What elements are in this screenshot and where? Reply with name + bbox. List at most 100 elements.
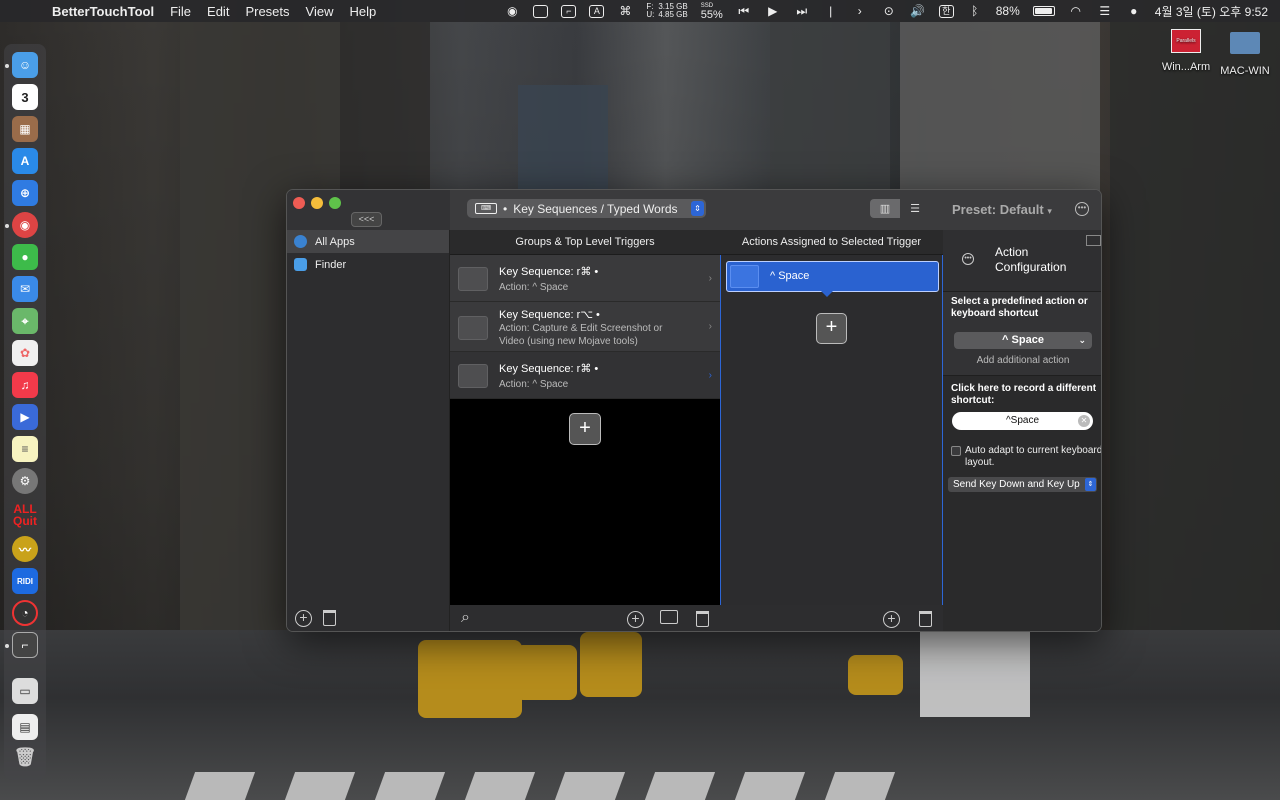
config-title: Action Configuration: [995, 245, 1067, 274]
view-mode-segmented[interactable]: ▥ ☰: [870, 199, 930, 218]
keynote-icon[interactable]: ▶: [12, 404, 38, 430]
trigger-row-selected[interactable]: Key Sequence: r⌘ • Action: ^ Space ›: [450, 352, 720, 399]
finder-icon: [294, 258, 307, 271]
action-caret: [821, 291, 833, 297]
close-button[interactable]: [293, 197, 305, 209]
square-icon[interactable]: [533, 4, 549, 18]
chrome-icon[interactable]: ◉: [12, 212, 38, 238]
delete-action-icon[interactable]: [919, 611, 932, 627]
auto-adapt-checkbox[interactable]: [951, 446, 961, 456]
trigger-row[interactable]: Key Sequence: r⌥ • Action: Capture & Edi…: [450, 302, 720, 352]
calendar-icon[interactable]: 3: [12, 84, 38, 110]
mask-icon[interactable]: ◉: [504, 4, 520, 18]
a-icon[interactable]: A: [589, 4, 605, 18]
list-view-icon[interactable]: ☰: [900, 199, 930, 218]
control-center-icon[interactable]: ☰: [1097, 4, 1113, 18]
triggers-list: Key Sequence: r⌘ • Action: ^ Space › Key…: [450, 255, 720, 605]
menu-presets[interactable]: Presets: [245, 4, 289, 19]
screenshot-folder-icon[interactable]: ▭: [12, 678, 38, 704]
waveform-app-icon[interactable]: 〰: [12, 536, 38, 562]
previous-track-icon[interactable]: ⏮: [736, 4, 752, 18]
minimize-button[interactable]: [311, 197, 323, 209]
add-additional-action-link[interactable]: Add additional action: [943, 355, 1101, 366]
next-track-icon[interactable]: ⏭: [794, 4, 810, 18]
add-trigger-small-button[interactable]: +: [627, 611, 644, 628]
system-preferences-icon[interactable]: ⚙: [12, 468, 38, 494]
add-action-button[interactable]: +: [816, 313, 847, 344]
battery-icon[interactable]: [1032, 6, 1055, 16]
siri-icon[interactable]: ●: [1126, 4, 1142, 18]
trigger-icon: [458, 267, 488, 291]
zoom-button[interactable]: [329, 197, 341, 209]
preset-selector[interactable]: Preset: Default ▾: [952, 202, 1052, 217]
bettertouchtool-icon[interactable]: ⌐: [12, 632, 38, 658]
disk-stats[interactable]: 3.15 GB 4.85 GB: [658, 3, 687, 19]
istat-icon[interactable]: ◔: [12, 600, 38, 626]
volume-icon[interactable]: 🔊: [910, 4, 926, 18]
sidebar-item-finder[interactable]: Finder: [287, 253, 449, 276]
search-icon[interactable]: ⌕: [461, 609, 470, 627]
btt-icon[interactable]: ⌐: [561, 4, 577, 18]
disk-fu-labels[interactable]: F: U:: [646, 3, 654, 19]
trigger-title: Key Sequence: r⌘ •: [499, 266, 599, 278]
columns-view-icon[interactable]: ▥: [870, 199, 900, 218]
send-mode-select[interactable]: Send Key Down and Key Up ⇕: [948, 477, 1097, 492]
command-icon[interactable]: ⌘: [617, 4, 633, 18]
allquit-icon[interactable]: ALL Quit: [12, 500, 38, 530]
desktop-item-macwin[interactable]: MAC-WIN: [1215, 32, 1275, 77]
mail-icon[interactable]: ✉: [12, 276, 38, 302]
panel-window-icon[interactable]: [1086, 235, 1101, 246]
finder-icon[interactable]: ☺: [12, 52, 38, 78]
app-store-icon[interactable]: A: [12, 148, 38, 174]
trigger-action: Action: ^ Space: [499, 282, 569, 293]
ellipsis-icon[interactable]: •••: [962, 253, 974, 265]
menu-file[interactable]: File: [170, 4, 191, 19]
predefined-shortcut-popup[interactable]: ^ Space ⌄: [954, 332, 1092, 349]
wifi-icon[interactable]: ◠: [1068, 4, 1084, 18]
desktop-item-parallels[interactable]: Parallels Win...Arm: [1154, 29, 1218, 73]
clear-icon[interactable]: ✕: [1078, 415, 1090, 427]
chevron-down-icon: ⌄: [1078, 335, 1086, 345]
chevron-right-icon: ›: [708, 321, 712, 332]
sidebar-item-all-apps[interactable]: All Apps: [287, 230, 449, 253]
play-icon[interactable]: ▶: [765, 4, 781, 18]
trigger-type-popup[interactable]: ⌨ • Key Sequences / Typed Words ⇕: [467, 199, 706, 218]
launchpad-icon[interactable]: ▦: [12, 116, 38, 142]
delete-trigger-icon[interactable]: [696, 611, 709, 627]
record-shortcut-field[interactable]: ^Space ✕: [952, 412, 1093, 430]
menu-help[interactable]: Help: [349, 4, 376, 19]
action-row-selected[interactable]: ^ Space: [726, 261, 939, 292]
menubar-clock[interactable]: 4월 3일 (토) 오후 9:52: [1155, 3, 1268, 20]
menu-edit[interactable]: Edit: [207, 4, 229, 19]
actions-column-header: Actions Assigned to Selected Trigger: [720, 230, 943, 255]
menu-app-name[interactable]: BetterTouchTool: [52, 4, 154, 19]
maps-icon[interactable]: ⌖: [12, 308, 38, 334]
documents-stack-icon[interactable]: ▤: [12, 714, 38, 740]
trigger-action: Action: ^ Space: [499, 379, 569, 390]
messages-icon[interactable]: ●: [12, 244, 38, 270]
trash-icon[interactable]: 🗑: [12, 744, 38, 770]
ridi-icon[interactable]: RIDI: [12, 568, 38, 594]
music-icon[interactable]: ♫: [12, 372, 38, 398]
menu-view[interactable]: View: [306, 4, 334, 19]
add-trigger-button[interactable]: +: [569, 413, 601, 445]
add-action-small-button[interactable]: +: [883, 611, 900, 628]
chevron-right-icon[interactable]: ›: [852, 4, 868, 18]
bluetooth-icon[interactable]: ᛒ: [967, 4, 983, 18]
notes-icon[interactable]: ≡: [12, 436, 38, 462]
more-options-icon[interactable]: •••: [1075, 202, 1089, 216]
desktop-item-macwin-label: MAC-WIN: [1220, 65, 1270, 77]
battery-percent[interactable]: 88%: [996, 4, 1020, 18]
delete-app-icon[interactable]: [323, 610, 336, 626]
safari-icon[interactable]: ⊕: [12, 180, 38, 206]
input-source-icon[interactable]: 한: [938, 4, 954, 18]
ssd-stat[interactable]: SSD 55%: [701, 2, 723, 21]
collapse-sidebar-button[interactable]: <<<: [351, 212, 382, 227]
trigger-icon: [458, 364, 488, 388]
dock: ☺ 3 ▦ A ⊕ ◉ ● ✉ ⌖ ✿ ♫ ▶ ≡ ⚙ ALL Quit 〰 RI…: [4, 44, 46, 780]
trigger-row[interactable]: Key Sequence: r⌘ • Action: ^ Space ›: [450, 255, 720, 302]
add-folder-icon[interactable]: [660, 610, 678, 624]
photos-icon[interactable]: ✿: [12, 340, 38, 366]
play-circle-icon[interactable]: ⊙: [881, 4, 897, 18]
add-app-button[interactable]: +: [295, 610, 312, 627]
